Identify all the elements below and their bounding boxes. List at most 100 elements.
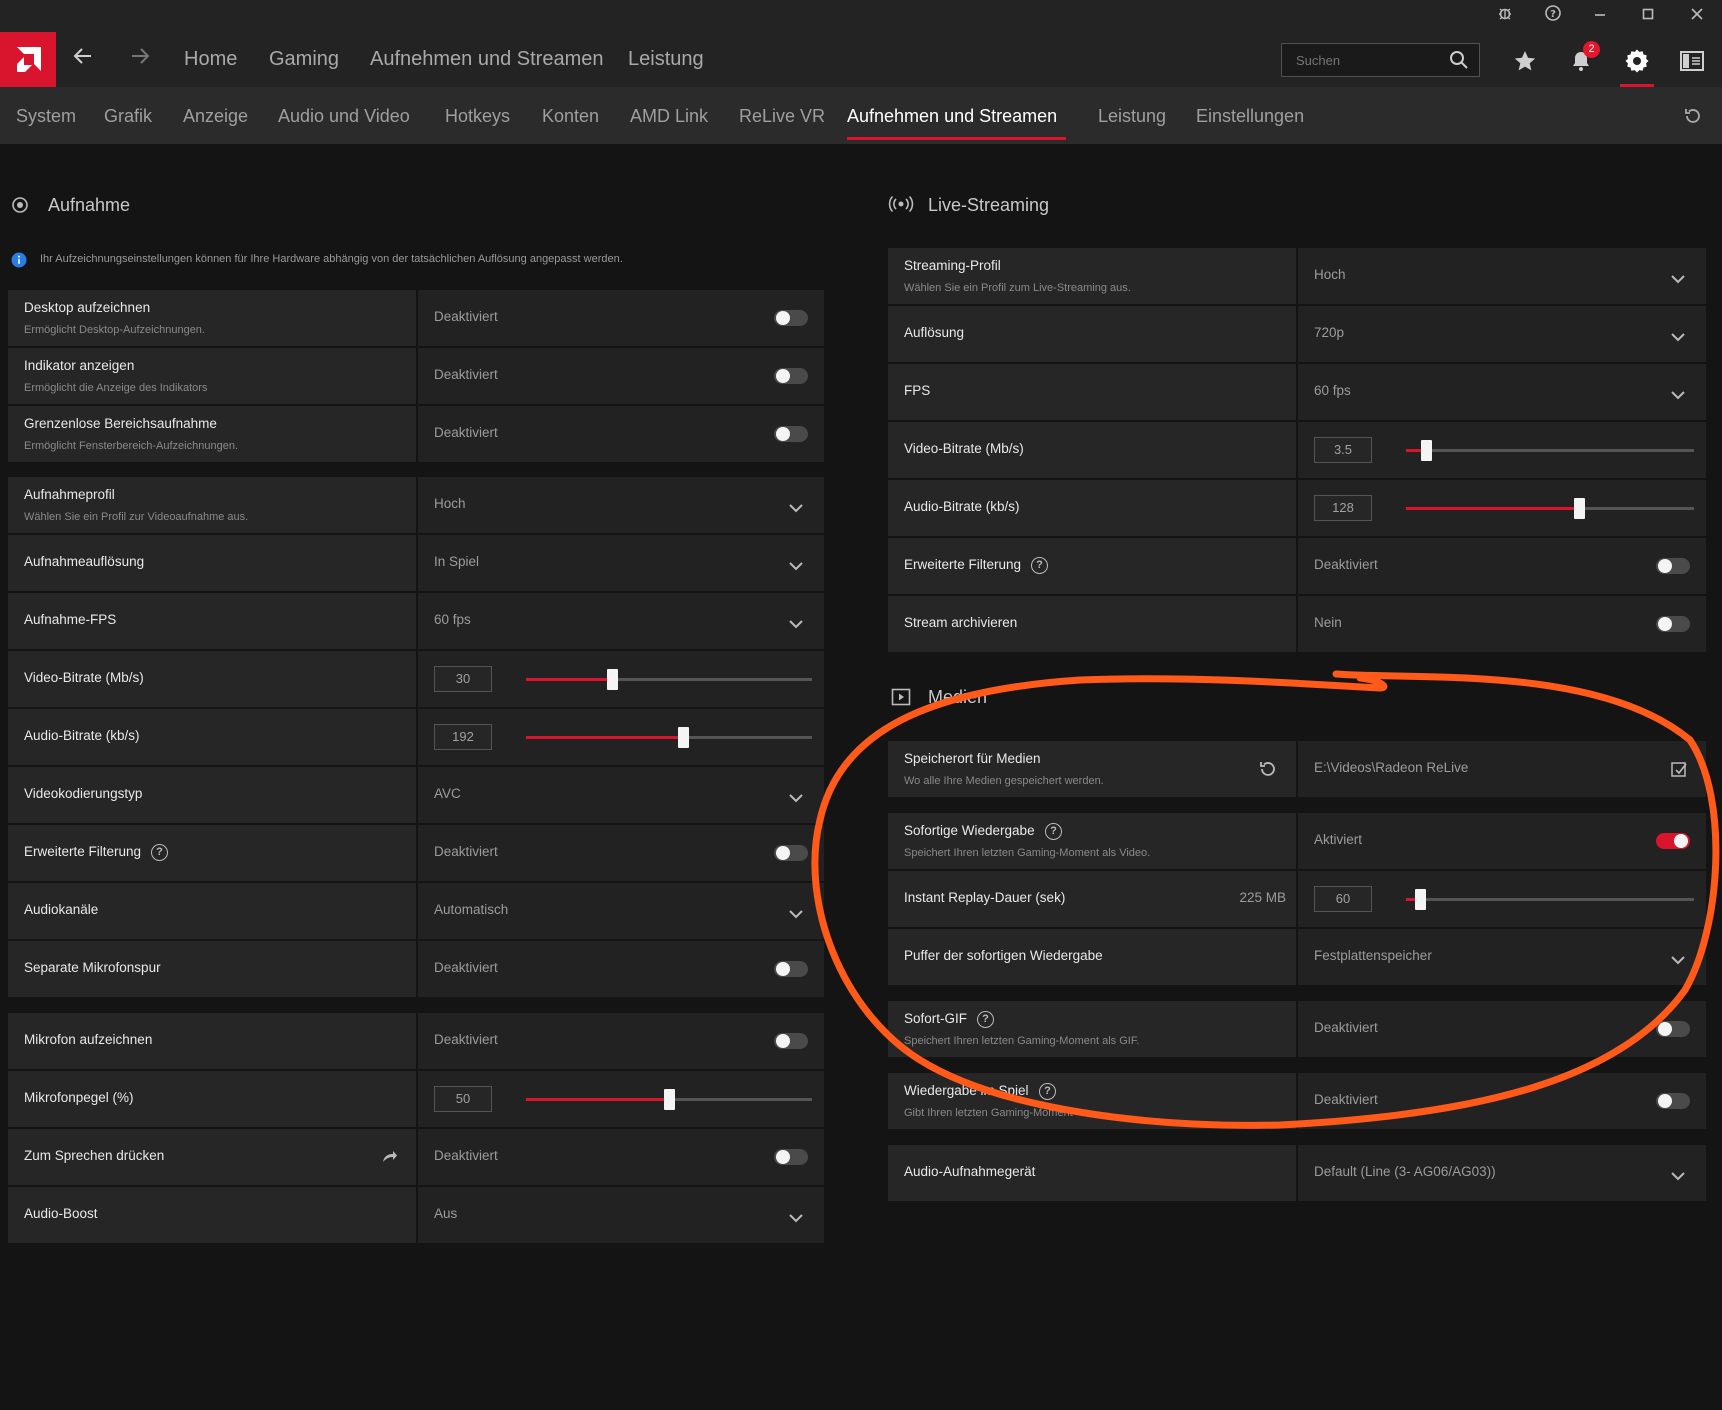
stream-fps-row-value-cell[interactable]: 60 fps [1298, 364, 1706, 420]
mic-record-row-toggle[interactable] [774, 1033, 808, 1049]
help-icon[interactable]: ? [1045, 823, 1062, 840]
stream-fps-row[interactable]: FPS 60 fps [888, 364, 1706, 420]
replay-duration-row-value-cell[interactable]: 60 [1298, 871, 1706, 927]
instant-replay-row[interactable]: Sofortige Wiedergabe Speichert Ihren letz… [888, 813, 1706, 869]
tab-accounts[interactable]: Konten [542, 106, 599, 127]
bug-report-icon[interactable] [1490, 4, 1520, 28]
record-profile-row-value-cell[interactable]: Hoch [418, 477, 824, 533]
chevron-down-icon[interactable] [1670, 952, 1690, 966]
replay-duration-row-input[interactable]: 60 [1314, 886, 1372, 912]
stream-video-bitrate-row-input[interactable]: 3.5 [1314, 437, 1372, 463]
tab-amd-link[interactable]: AMD Link [630, 106, 708, 127]
video-bitrate-row[interactable]: Video-Bitrate (Mb/s) 30 [8, 651, 824, 707]
minimize-icon[interactable] [1585, 4, 1615, 28]
stream-archive-row[interactable]: Stream archivieren Nein [888, 596, 1706, 652]
video-bitrate-row-input[interactable]: 30 [434, 666, 492, 692]
audio-bitrate-row[interactable]: Audio-Bitrate (kb/s) 192 [8, 709, 824, 765]
stream-resolution-row-value-cell[interactable]: 720p [1298, 306, 1706, 362]
audio-capture-device-row[interactable]: Audio-Aufnahmegerät Default (Line (3- AG0… [888, 1145, 1706, 1201]
desktop-record-row-toggle[interactable] [774, 310, 808, 326]
media-location-row[interactable]: Speicherort für Medien Wo alle Ihre Medie… [888, 741, 1706, 797]
stream-audio-bitrate-row[interactable]: Audio-Bitrate (kb/s) 128 [888, 480, 1706, 536]
stream-audio-bitrate-row-input[interactable]: 128 [1314, 495, 1372, 521]
reset-icon[interactable] [1676, 99, 1710, 133]
chevron-down-icon[interactable] [788, 790, 808, 804]
video-bitrate-row-slider[interactable] [526, 669, 812, 690]
chevron-down-icon[interactable] [788, 500, 808, 514]
stream-audio-bitrate-row-value-cell[interactable]: 128 [1298, 480, 1706, 536]
stream-archive-row-toggle[interactable] [1656, 616, 1690, 632]
mic-level-row-slider[interactable] [526, 1089, 812, 1110]
stream-advanced-filter-row-value-cell[interactable]: Deaktiviert [1298, 538, 1706, 594]
stream-advanced-filter-row[interactable]: Erweiterte Filterung? Deaktiviert [888, 538, 1706, 594]
advanced-filter-row-value-cell[interactable]: Deaktiviert [418, 825, 824, 881]
record-profile-row[interactable]: Aufnahmeprofil Wählen Sie ein Profil zur … [8, 477, 824, 533]
maximize-icon[interactable] [1633, 4, 1663, 28]
stream-audio-bitrate-row-slider[interactable] [1406, 498, 1694, 519]
forward-arrow-icon[interactable] [125, 45, 155, 75]
record-fps-row[interactable]: Aufnahme-FPS 60 fps [8, 593, 824, 649]
tab-hotkeys[interactable]: Hotkeys [445, 106, 510, 127]
mic-level-row-input[interactable]: 50 [434, 1086, 492, 1112]
replay-buffer-row-value-cell[interactable]: Festplattenspeicher [1298, 929, 1706, 985]
close-icon[interactable] [1682, 4, 1712, 28]
back-arrow-icon[interactable] [68, 45, 98, 75]
indicator-row-toggle[interactable] [774, 368, 808, 384]
slider-thumb[interactable] [678, 727, 690, 748]
share-arrow-icon[interactable] [380, 1147, 398, 1170]
audio-bitrate-row-value-cell[interactable]: 192 [418, 709, 824, 765]
slider-thumb[interactable] [606, 669, 618, 690]
advanced-filter-row[interactable]: Erweiterte Filterung? Deaktiviert [8, 825, 824, 881]
audio-channels-row-value-cell[interactable]: Automatisch [418, 883, 824, 939]
search-icon[interactable] [1449, 50, 1469, 75]
chevron-down-icon[interactable] [788, 616, 808, 630]
instant-replay-row-value-cell[interactable]: Aktiviert [1298, 813, 1706, 869]
instant-gif-row-toggle[interactable] [1656, 1021, 1690, 1037]
slider-thumb[interactable] [664, 1089, 675, 1110]
encoding-type-row[interactable]: Videokodierungstyp AVC [8, 767, 824, 823]
audio-boost-row-value-cell[interactable]: Aus [418, 1187, 824, 1243]
tab-graphics[interactable]: Grafik [104, 106, 152, 127]
tab-system[interactable]: System [16, 106, 76, 127]
mic-record-row-value-cell[interactable]: Deaktiviert [418, 1013, 824, 1069]
edit-folder-icon[interactable] [1670, 760, 1688, 783]
help-icon[interactable]: ? [1031, 557, 1048, 574]
chevron-down-icon[interactable] [1670, 329, 1690, 343]
borderless-capture-row-toggle[interactable] [774, 426, 808, 442]
borderless-capture-row[interactable]: Grenzenlose Bereichsaufnahme Ermöglicht F… [8, 406, 824, 462]
help-icon[interactable]: ? [151, 844, 168, 861]
push-to-talk-row-value-cell[interactable]: Deaktiviert [418, 1129, 824, 1185]
stream-video-bitrate-row-slider[interactable] [1406, 440, 1694, 461]
separate-mic-row-toggle[interactable] [774, 961, 808, 977]
amd-logo[interactable] [0, 32, 56, 87]
reset-location-icon[interactable] [1258, 759, 1278, 784]
tab-record-stream[interactable]: Aufnehmen und Streamen [847, 106, 1057, 127]
help-icon[interactable]: ? [977, 1011, 994, 1028]
help-icon[interactable]: ? [1538, 4, 1568, 28]
mic-level-row-value-cell[interactable]: 50 [418, 1071, 824, 1127]
stream-advanced-filter-row-toggle[interactable] [1656, 558, 1690, 574]
video-bitrate-row-value-cell[interactable]: 30 [418, 651, 824, 707]
replay-duration-row[interactable]: Instant Replay-Dauer (sek) 225 MB 60 [888, 871, 1706, 927]
stream-video-bitrate-row[interactable]: Video-Bitrate (Mb/s) 3.5 [888, 422, 1706, 478]
audio-boost-row[interactable]: Audio-Boost Aus [8, 1187, 824, 1243]
nav-performance[interactable]: Leistung [628, 48, 704, 71]
instant-gif-row[interactable]: Sofort-GIF Speichert Ihren letzten Gaming… [888, 1001, 1706, 1057]
stream-archive-row-value-cell[interactable]: Nein [1298, 596, 1706, 652]
nav-home[interactable]: Home [184, 48, 237, 71]
tab-preferences[interactable]: Einstellungen [1196, 106, 1304, 127]
slider-thumb[interactable] [1421, 440, 1433, 461]
tab-display[interactable]: Anzeige [183, 106, 248, 127]
stream-resolution-row[interactable]: Auflösung 720p [888, 306, 1706, 362]
help-icon[interactable]: ? [1039, 1083, 1056, 1100]
encoding-type-row-value-cell[interactable]: AVC [418, 767, 824, 823]
instant-replay-row-toggle[interactable] [1656, 833, 1690, 849]
search-box[interactable] [1281, 43, 1480, 77]
push-to-talk-row[interactable]: Zum Sprechen drücken Deaktiviert [8, 1129, 824, 1185]
record-resolution-row[interactable]: Aufnahmeauflösung In Spiel [8, 535, 824, 591]
borderless-capture-row-value-cell[interactable]: Deaktiviert [418, 406, 824, 462]
gear-icon[interactable] [1620, 44, 1654, 78]
audio-bitrate-row-input[interactable]: 192 [434, 724, 492, 750]
nav-record-stream[interactable]: Aufnehmen und Streamen [370, 48, 604, 71]
mic-level-row[interactable]: Mikrofonpegel (%) 50 [8, 1071, 824, 1127]
